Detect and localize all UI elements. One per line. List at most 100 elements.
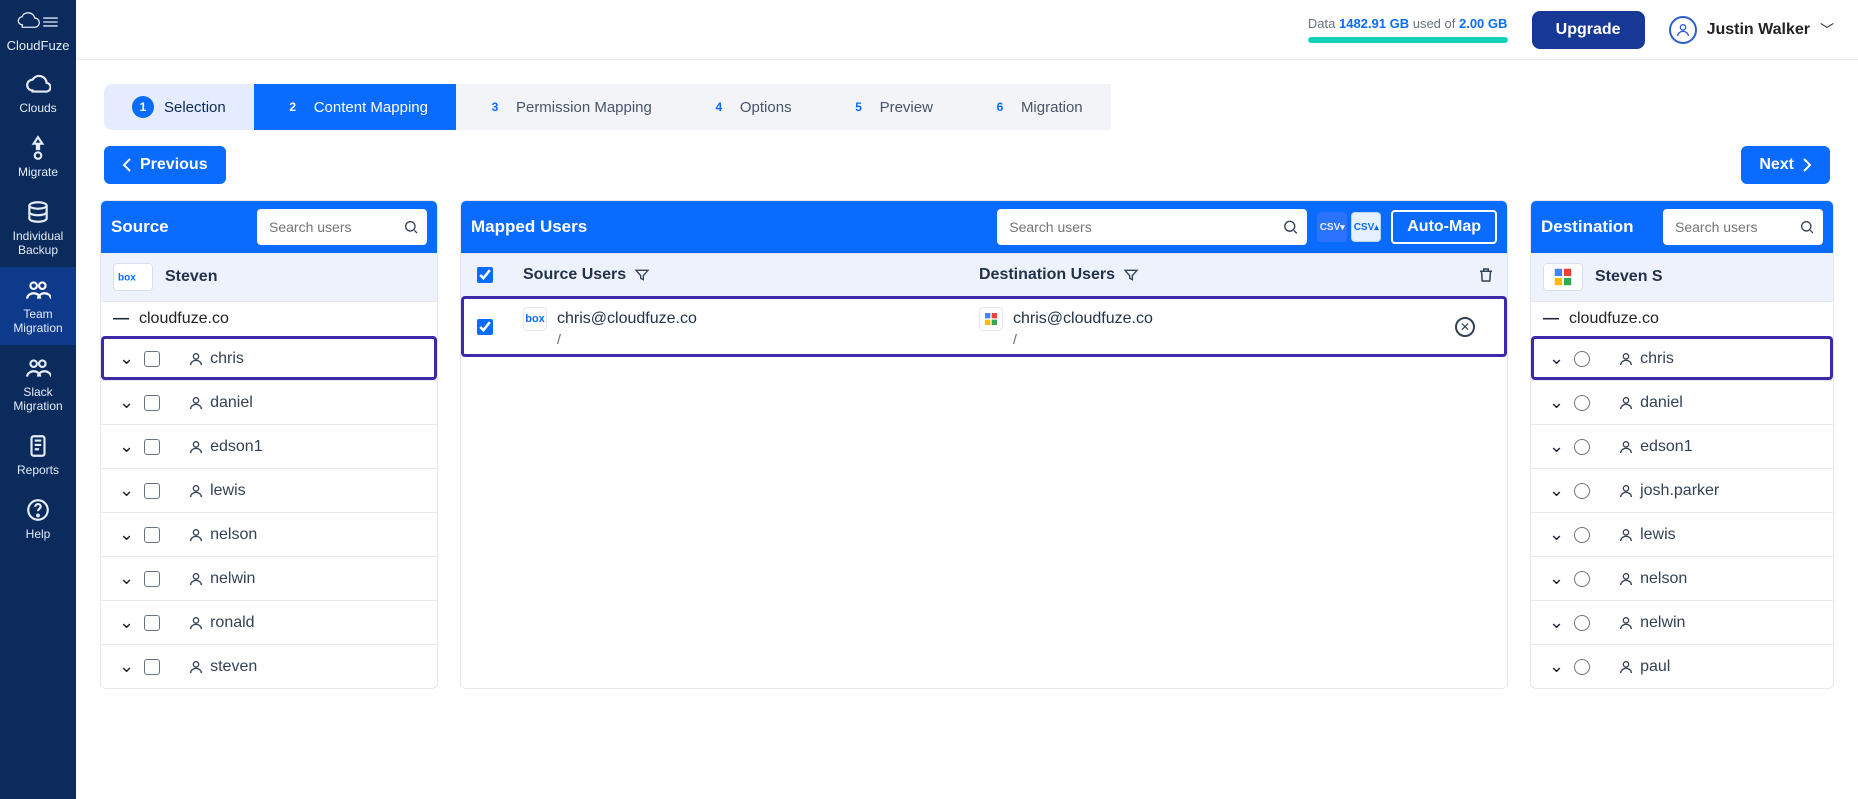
next-button[interactable]: Next [1741,146,1830,184]
radio[interactable] [1574,659,1590,675]
chevron-down-icon[interactable]: ⌄ [1549,480,1564,501]
source-search[interactable] [257,209,427,245]
chevron-down-icon[interactable]: ⌄ [119,524,134,545]
source-user-row[interactable]: ⌄lewis [101,468,437,512]
previous-button[interactable]: Previous [104,146,226,184]
user-name: nelwin [1640,614,1685,632]
checkbox[interactable] [144,615,160,631]
dest-domain[interactable]: — cloudfuze.co [1531,301,1833,336]
collapse-icon[interactable]: — [113,310,129,328]
step-content-mapping[interactable]: 2Content Mapping [254,84,456,130]
checkbox[interactable] [144,527,160,543]
step-options[interactable]: 4Options [680,84,820,130]
step-preview[interactable]: 5Preview [820,84,961,130]
chevron-down-icon[interactable]: ⌄ [1549,612,1564,633]
sidebar-item-clouds[interactable]: Clouds [0,61,76,125]
user-cell: daniel [188,394,253,412]
source-user-row[interactable]: ⌄ daniel [101,380,437,424]
upgrade-button[interactable]: Upgrade [1532,11,1645,49]
chevron-down-icon[interactable]: ⌄ [1549,656,1564,677]
source-domain[interactable]: — cloudfuze.co [101,301,437,336]
source-user-row[interactable]: ⌄nelwin [101,556,437,600]
source-user-row[interactable]: ⌄steven [101,644,437,688]
mapped-search-input[interactable] [1005,213,1282,241]
filter-icon[interactable] [1123,267,1139,283]
chevron-down-icon[interactable]: ⌄ [119,436,134,457]
csv-upload-button[interactable]: CSV▴ [1351,212,1381,242]
user-cell: nelson [188,526,257,544]
next-label: Next [1759,156,1794,174]
checkbox[interactable] [144,483,160,499]
source-user-row[interactable]: ⌄chris [101,336,437,380]
mapped-search[interactable] [997,209,1307,245]
chevron-down-icon[interactable]: ⌄ [1549,568,1564,589]
remove-mapping-button[interactable]: ✕ [1455,317,1475,337]
dest-user-row[interactable]: ⌄chris [1531,336,1833,380]
chevron-down-icon[interactable]: ⌄ [119,568,134,589]
source-search-input[interactable] [265,213,403,241]
checkbox[interactable] [144,439,160,455]
collapse-icon[interactable]: — [1543,310,1559,328]
chevron-down-icon[interactable]: ⌄ [1549,436,1564,457]
step-permission-mapping[interactable]: 3Permission Mapping [456,84,680,130]
step-label: Content Mapping [314,99,428,116]
user-icon [1618,571,1634,587]
dest-user-row[interactable]: ⌄ nelwin [1531,600,1833,644]
chevron-down-icon[interactable]: ⌄ [119,348,134,369]
chevron-down-icon[interactable]: ⌄ [1549,392,1564,413]
chevron-down-icon[interactable]: ⌄ [119,612,134,633]
dest-user-row[interactable]: ⌄lewis [1531,512,1833,556]
user-cell: nelwin [1618,614,1685,632]
chevron-down-icon[interactable]: ⌄ [1549,524,1564,545]
select-all-checkbox[interactable] [477,267,493,283]
radio[interactable] [1574,571,1590,587]
sidebar-item-migrate[interactable]: Migrate [0,125,76,189]
user-menu[interactable]: Justin Walker ﹀ [1669,16,1834,44]
filter-icon[interactable] [634,267,650,283]
sidebar-item-team-migration[interactable]: Team Migration [0,267,76,345]
checkbox[interactable] [144,571,160,587]
chevron-down-icon[interactable]: ⌄ [119,392,134,413]
sidebar-item-individual-backup[interactable]: Individual Backup [0,189,76,267]
source-user-row[interactable]: ⌄edson1 [101,424,437,468]
mapped-panel: Mapped Users CSV▾ CSV▴ Auto-Map S [460,200,1508,689]
auto-map-button[interactable]: Auto-Map [1391,210,1497,244]
source-user-row[interactable]: ⌄ ronald [101,600,437,644]
mapped-row[interactable]: box chris@cloudfuze.co / [461,296,1507,357]
user-icon [188,395,204,411]
radio[interactable] [1574,439,1590,455]
radio[interactable] [1574,351,1590,367]
dest-user-row[interactable]: ⌄nelson [1531,556,1833,600]
sidebar-item-reports[interactable]: Reports [0,423,76,487]
user-name: edson1 [1640,438,1693,456]
google-cloud-icon [1543,263,1583,291]
sidebar-item-slack-migration[interactable]: Slack Migration [0,345,76,423]
dest-search[interactable] [1663,209,1823,245]
csv-download-button[interactable]: CSV▾ [1317,212,1347,242]
chevron-down-icon[interactable]: ⌄ [119,480,134,501]
dest-user-row[interactable]: ⌄paul [1531,644,1833,688]
radio[interactable] [1574,615,1590,631]
chevron-down-icon[interactable]: ⌄ [1549,348,1564,369]
sidebar-item-help[interactable]: Help [0,487,76,551]
step-migration[interactable]: 6Migration [961,84,1111,130]
col-dest-users[interactable]: Destination Users [979,266,1435,284]
dest-search-input[interactable] [1671,213,1799,241]
dest-user-row[interactable]: ⌄daniel [1531,380,1833,424]
user-cell: ronald [188,614,254,632]
checkbox[interactable] [144,659,160,675]
row-checkbox[interactable] [477,319,493,335]
delete-icon[interactable] [1477,266,1495,284]
step-selection[interactable]: 1Selection [104,84,254,130]
radio[interactable] [1574,395,1590,411]
checkbox[interactable] [144,351,160,367]
columns: Source box Steven — cloudfuze.co [76,200,1858,689]
checkbox[interactable] [144,395,160,411]
source-user-row[interactable]: ⌄ nelson [101,512,437,556]
col-source-users[interactable]: Source Users [523,266,979,284]
radio[interactable] [1574,527,1590,543]
radio[interactable] [1574,483,1590,499]
dest-user-row[interactable]: ⌄ edson1 [1531,424,1833,468]
dest-user-row[interactable]: ⌄josh.parker [1531,468,1833,512]
chevron-down-icon[interactable]: ⌄ [119,656,134,677]
